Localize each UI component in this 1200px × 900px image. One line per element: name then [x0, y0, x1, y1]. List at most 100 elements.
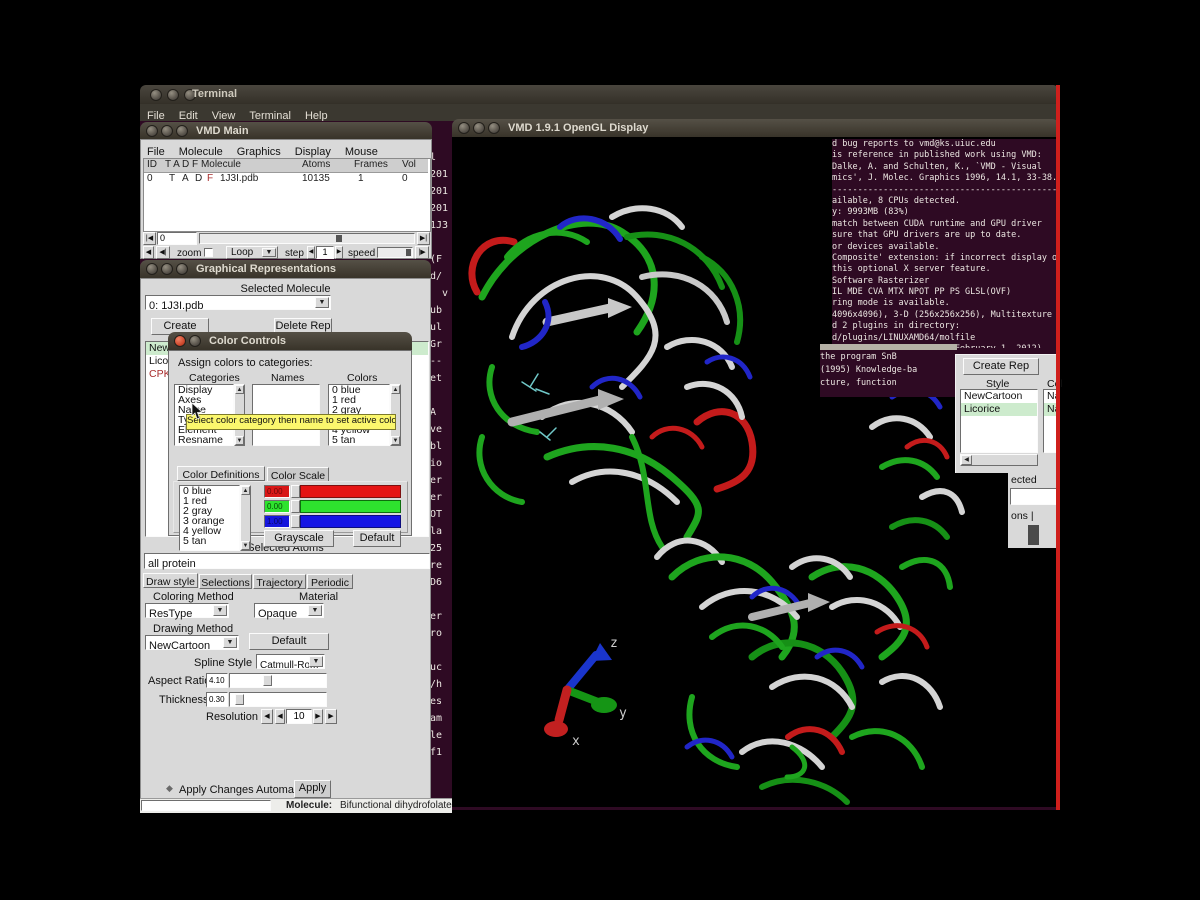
definitions-listbox[interactable]: 0 blue1 red2 gray3 orange4 yellow5 tan: [179, 485, 240, 551]
fragment-style-item-0[interactable]: NewCartoon: [961, 390, 1037, 403]
definition-item-1[interactable]: 1 red: [180, 496, 239, 506]
thickness-slider-track[interactable]: [229, 692, 327, 707]
spline-style-arrow-icon[interactable]: ▼: [309, 656, 323, 667]
terminal-minimize-icon[interactable]: [167, 89, 179, 101]
step-value-box[interactable]: 1: [316, 246, 334, 259]
vmd-main-titlebar[interactable]: VMD Main: [140, 122, 432, 139]
color-controls-close-icon[interactable]: [174, 335, 186, 347]
drawing-method-dropdown[interactable]: NewCartoon ▼: [145, 635, 239, 650]
tab-trajectory[interactable]: Trajectory: [253, 574, 306, 589]
definition-item-3[interactable]: 3 orange: [180, 516, 239, 526]
resolution-value-box[interactable]: 10: [286, 709, 312, 724]
red-value-box[interactable]: 0.00: [264, 485, 290, 498]
vmd-main-menu-2[interactable]: Graphics: [237, 146, 281, 158]
tab-periodic[interactable]: Periodic: [307, 574, 353, 589]
definitions-scroll-up-icon[interactable]: ▲: [241, 486, 250, 495]
vmd-main-menu-3[interactable]: Display: [295, 146, 331, 158]
frame-first-button[interactable]: |◀: [143, 232, 156, 245]
terminal-close-icon[interactable]: [150, 89, 162, 101]
selected-molecule-arrow-icon[interactable]: ▼: [315, 297, 329, 308]
fragment-style-item-1[interactable]: Licorice: [961, 403, 1037, 416]
terminal-titlebar[interactable]: Terminal: [140, 85, 1059, 104]
green-slider-thumb[interactable]: [291, 500, 300, 513]
step-forward-button[interactable]: |▶: [415, 246, 429, 259]
definition-item-2[interactable]: 2 gray: [180, 506, 239, 516]
definition-item-0[interactable]: 0 blue: [180, 486, 239, 496]
apply-button[interactable]: Apply: [294, 780, 331, 798]
drawing-method-arrow-icon[interactable]: ▼: [223, 637, 237, 648]
colors-scroll-up-icon[interactable]: ▲: [391, 385, 400, 394]
resolution-down-button[interactable]: ◀: [275, 709, 285, 724]
vmd-main-minimize-icon[interactable]: [161, 125, 173, 137]
aspect-ratio-slider-track[interactable]: [229, 673, 327, 688]
opengl-close-icon[interactable]: [458, 122, 470, 134]
speed-slider-track[interactable]: [377, 247, 413, 258]
fragment-scroll-left-icon[interactable]: ◀: [961, 455, 972, 465]
definitions-scroll-down-icon[interactable]: ▼: [241, 541, 250, 550]
material-dropdown[interactable]: Opaque ▼: [254, 603, 324, 618]
frame-last-button[interactable]: ▶|: [417, 232, 430, 245]
aspect-ratio-slider-thumb[interactable]: [263, 675, 272, 686]
opengl-minimize-icon[interactable]: [473, 122, 485, 134]
selected-molecule-dropdown[interactable]: 0: 1J3I.pdb ▼: [145, 295, 331, 310]
red-slider-thumb[interactable]: [291, 485, 300, 498]
vmd-main-menu-1[interactable]: Molecule: [179, 146, 223, 158]
vmd-main-menu-0[interactable]: File: [147, 146, 165, 158]
category-item-0[interactable]: Display: [175, 385, 233, 395]
play-reverse-button[interactable]: ◀: [143, 246, 154, 259]
thickness-slider-thumb[interactable]: [235, 694, 244, 705]
zoom-checkbox[interactable]: [204, 248, 213, 257]
step-reverse-button[interactable]: ◀|: [156, 246, 170, 259]
material-arrow-icon[interactable]: ▼: [308, 605, 322, 616]
definitions-scrollbar[interactable]: ▲ ▼: [240, 485, 251, 551]
status-input[interactable]: [141, 800, 271, 811]
tab-draw-style[interactable]: Draw style: [143, 573, 198, 588]
loop-dropdown-arrow-icon[interactable]: ▼: [262, 248, 276, 257]
tab-color-definitions[interactable]: Color Definitions: [177, 466, 265, 481]
thickness-value-box[interactable]: 0.30: [206, 692, 228, 707]
vmd-main-menu-4[interactable]: Mouse: [345, 146, 378, 158]
definition-item-5[interactable]: 5 tan: [180, 536, 239, 546]
color-item-5[interactable]: 5 tan: [329, 435, 389, 445]
graph-rep-maximize-icon[interactable]: [176, 263, 188, 275]
color-controls-minimize-icon[interactable]: [189, 335, 201, 347]
green-slider-track[interactable]: [300, 500, 401, 513]
blue-value-box[interactable]: 1.00: [264, 515, 290, 528]
tab-color-scale[interactable]: Color Scale: [267, 467, 329, 482]
graph-rep-minimize-icon[interactable]: [161, 263, 173, 275]
categories-scroll-down-icon[interactable]: ▼: [235, 436, 244, 445]
category-item-5[interactable]: Resname: [175, 435, 233, 445]
vmd-main-close-icon[interactable]: [146, 125, 158, 137]
fragment-selected-input[interactable]: [1010, 488, 1059, 505]
fragment-hscrollbar[interactable]: ◀: [960, 454, 1038, 466]
frame-slider-track[interactable]: [199, 233, 415, 244]
category-item-1[interactable]: Axes: [175, 395, 233, 405]
step-up-button[interactable]: ▶: [335, 246, 343, 259]
aspect-ratio-value-box[interactable]: 4.10: [206, 673, 228, 688]
coloring-method-dropdown[interactable]: ResType ▼: [145, 603, 229, 618]
speed-slider-thumb[interactable]: [406, 249, 411, 256]
graph-rep-close-icon[interactable]: [146, 263, 158, 275]
red-slider-track[interactable]: [300, 485, 401, 498]
loop-dropdown[interactable]: Loop ▼: [226, 246, 278, 259]
categories-scroll-up-icon[interactable]: ▲: [235, 385, 244, 394]
graph-rep-titlebar[interactable]: Graphical Representations: [140, 260, 431, 278]
color-item-0[interactable]: 0 blue: [329, 385, 389, 395]
tab-selections[interactable]: Selections: [199, 574, 252, 589]
definition-item-4[interactable]: 4 yellow: [180, 526, 239, 536]
apply-auto-diamond-icon[interactable]: ◆: [166, 783, 173, 794]
color-item-1[interactable]: 1 red: [329, 395, 389, 405]
frame-slider-thumb[interactable]: [336, 235, 342, 242]
spline-style-dropdown[interactable]: Catmull-Rom ▼: [256, 654, 325, 669]
blue-slider-track[interactable]: [300, 515, 401, 528]
frame-number-box[interactable]: 0: [157, 232, 197, 245]
selected-atoms-input[interactable]: all protein: [144, 553, 430, 569]
opengl-titlebar[interactable]: VMD 1.9.1 OpenGL Display: [452, 119, 1059, 137]
fragment-create-rep-button[interactable]: Create Rep: [963, 358, 1039, 375]
vmd-main-maximize-icon[interactable]: [176, 125, 188, 137]
coloring-method-arrow-icon[interactable]: ▼: [213, 605, 227, 616]
fragment-style-listbox[interactable]: NewCartoon Licorice: [960, 389, 1038, 453]
grayscale-button[interactable]: Grayscale: [264, 530, 334, 547]
resolution-fast-up-button[interactable]: ▶: [325, 709, 337, 724]
resolution-up-button[interactable]: ▶: [313, 709, 323, 724]
